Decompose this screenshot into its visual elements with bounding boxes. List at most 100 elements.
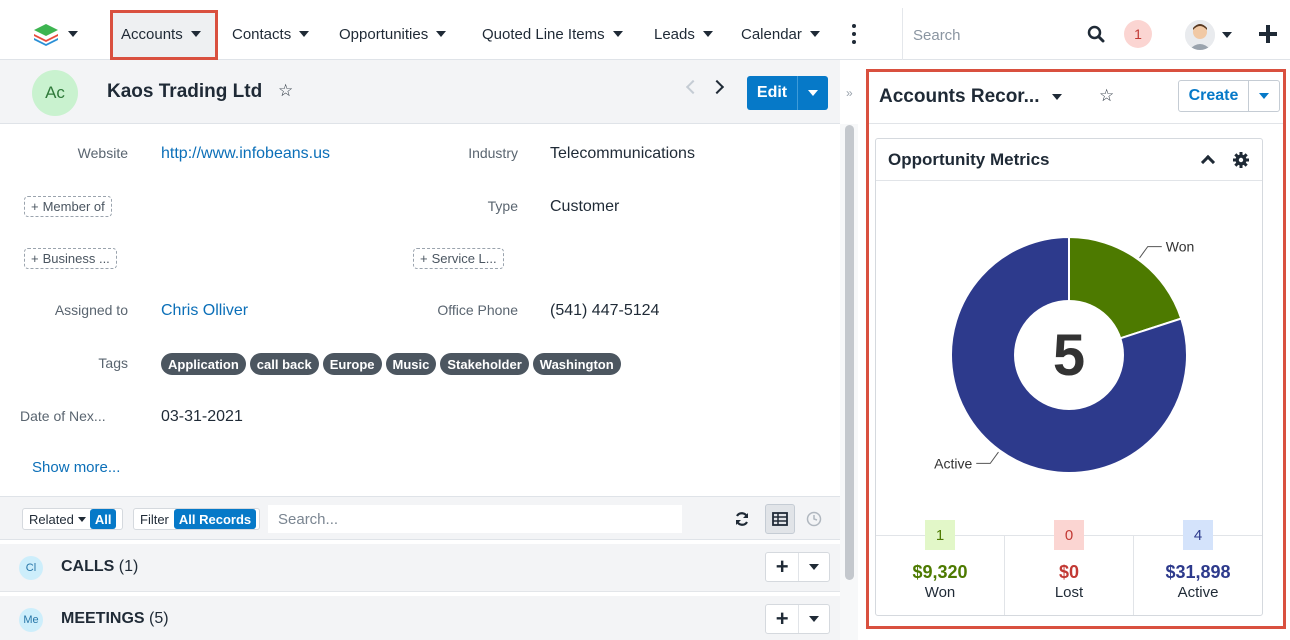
search-icon[interactable] (1087, 25, 1105, 43)
tab-label: Calendar (741, 25, 802, 43)
industry-value: Telecommunications (550, 145, 695, 162)
app-menu-button[interactable] (32, 20, 88, 48)
chevron-down-icon (436, 31, 447, 37)
refresh-button[interactable] (727, 504, 757, 534)
add-meeting-button[interactable]: + (766, 605, 800, 633)
tag[interactable]: Stakeholder (440, 353, 529, 375)
won-label: Won (924, 584, 956, 601)
tab-label: Quoted Line Items (482, 25, 605, 43)
global-search (902, 8, 1122, 60)
metric-active: 4 $31,898 Active (1134, 520, 1262, 615)
tab-opportunities[interactable]: Opportunities (339, 8, 447, 60)
tab-contacts[interactable]: Contacts (232, 8, 310, 60)
related-dropdown[interactable]: Related All (22, 508, 124, 530)
service-label: Service L... (431, 251, 497, 266)
tab-calendar[interactable]: Calendar (741, 8, 820, 60)
chevron-down-icon (809, 616, 820, 622)
lost-label: Lost (1054, 584, 1084, 601)
metric-counts: 1 $9,320 Won 0 $0 Lost 4 $31,898 Active (876, 520, 1262, 615)
subpanel-actions-dropdown[interactable] (799, 553, 829, 581)
subpanel-actions: + (765, 552, 830, 582)
tag[interactable]: call back (249, 353, 319, 375)
chevron-down-icon (299, 31, 310, 37)
subpanel-search-input[interactable] (268, 505, 682, 533)
edit-button[interactable]: Edit (747, 76, 797, 110)
slice-leader-line (976, 451, 999, 464)
date-of-next-label: Date of Nex... (20, 408, 106, 424)
dashboard-selector[interactable]: Accounts Recor... (879, 86, 1062, 108)
tab-quoted-line-items[interactable]: Quoted Line Items (482, 8, 623, 60)
plus-icon[interactable] (1258, 24, 1278, 44)
scrollbar-thumb[interactable] (845, 125, 854, 580)
website-link[interactable]: http://www.infobeans.us (161, 145, 330, 163)
user-photo-icon (1185, 20, 1215, 50)
active-label: Active (1177, 584, 1219, 601)
subpanel-toolbar: Related All Filter All Records (0, 496, 840, 540)
more-tabs-icon[interactable] (852, 24, 856, 44)
subpanel-name: MEETINGS (61, 610, 145, 627)
dashboard-title: Accounts Recor... (879, 86, 1040, 107)
add-service-level-button[interactable]: + Service L... (413, 248, 504, 269)
record-title: Kaos Trading Ltd (107, 81, 263, 102)
previous-record-icon[interactable] (685, 79, 701, 95)
create-actions-dropdown[interactable] (1249, 81, 1279, 111)
search-input[interactable] (913, 22, 1073, 48)
industry-label: Industry (468, 145, 518, 161)
chevron-down-icon (1259, 93, 1269, 99)
subpanel-meetings[interactable]: Me MEETINGS (5) + (0, 596, 840, 640)
list-view-button[interactable] (765, 504, 795, 534)
gear-icon[interactable] (1232, 151, 1250, 169)
meetings-module-icon: Me (19, 608, 43, 632)
chevron-down-icon (702, 31, 713, 37)
dashboard-header: Accounts Recor... ☆ Create (869, 72, 1283, 124)
add-call-button[interactable]: + (766, 553, 800, 581)
tab-label: Leads (654, 25, 695, 43)
user-avatar[interactable] (1185, 20, 1215, 50)
tab-label: Accounts (121, 25, 183, 43)
tag[interactable]: Washington (532, 353, 621, 375)
assigned-to-link[interactable]: Chris Olliver (161, 302, 248, 320)
tag[interactable]: Europe (322, 353, 382, 375)
collapse-sidebar-icon[interactable]: » (846, 86, 853, 100)
show-more-link[interactable]: Show more... (32, 459, 120, 476)
notifications-badge[interactable]: 1 (1124, 20, 1152, 48)
chevron-down-icon (68, 31, 78, 37)
calls-module-icon: Cl (19, 556, 43, 580)
subpanel-actions: + (765, 604, 830, 634)
collapse-chevron-up-icon[interactable] (1200, 154, 1216, 170)
assigned-to-label: Assigned to (54, 302, 128, 318)
opportunity-donut-chart: 5 Won Active (934, 235, 1194, 474)
tab-accounts[interactable]: Accounts (121, 8, 201, 60)
filter-dropdown[interactable]: Filter All Records (133, 508, 261, 530)
favorite-star-icon[interactable]: ☆ (278, 81, 293, 101)
next-record-icon[interactable] (709, 79, 725, 95)
chevron-down-icon (612, 31, 623, 37)
add-member-of-button[interactable]: + Member of (24, 196, 112, 217)
tab-label: Opportunities (339, 25, 429, 43)
slice-leader-line (1139, 246, 1162, 259)
create-button[interactable]: Create (1179, 81, 1249, 111)
opportunity-metrics-dashlet: Opportunity Metrics 5 Won Active 1 $9,32… (875, 138, 1263, 616)
subpanel-actions-dropdown[interactable] (799, 605, 829, 633)
chevron-down-icon (190, 31, 201, 37)
tag[interactable]: Application (161, 353, 246, 375)
tags-label: Tags (98, 355, 128, 371)
favorite-star-icon[interactable]: ☆ (1099, 86, 1114, 106)
tag[interactable]: Music (385, 353, 437, 375)
member-of-label: Member of (42, 199, 105, 214)
add-business-button[interactable]: + Business ... (24, 248, 117, 269)
date-of-next-value: 03-31-2021 (161, 408, 243, 425)
plus-icon: + (31, 251, 39, 266)
tab-label: Contacts (232, 25, 292, 43)
table-grid-icon (772, 512, 788, 526)
subpanel-title: MEETINGS (5) (61, 610, 169, 628)
chevron-down-icon[interactable] (1222, 32, 1232, 38)
edit-button-group: Edit (747, 76, 828, 110)
activity-stream-button[interactable] (799, 504, 829, 534)
plus-icon: + (31, 199, 39, 214)
type-label: Type (487, 198, 518, 214)
edit-actions-dropdown[interactable] (797, 76, 828, 110)
tab-leads[interactable]: Leads (654, 8, 713, 60)
metric-lost: 0 $0 Lost (1005, 520, 1134, 615)
subpanel-calls[interactable]: Cl CALLS (1) + (0, 544, 840, 592)
